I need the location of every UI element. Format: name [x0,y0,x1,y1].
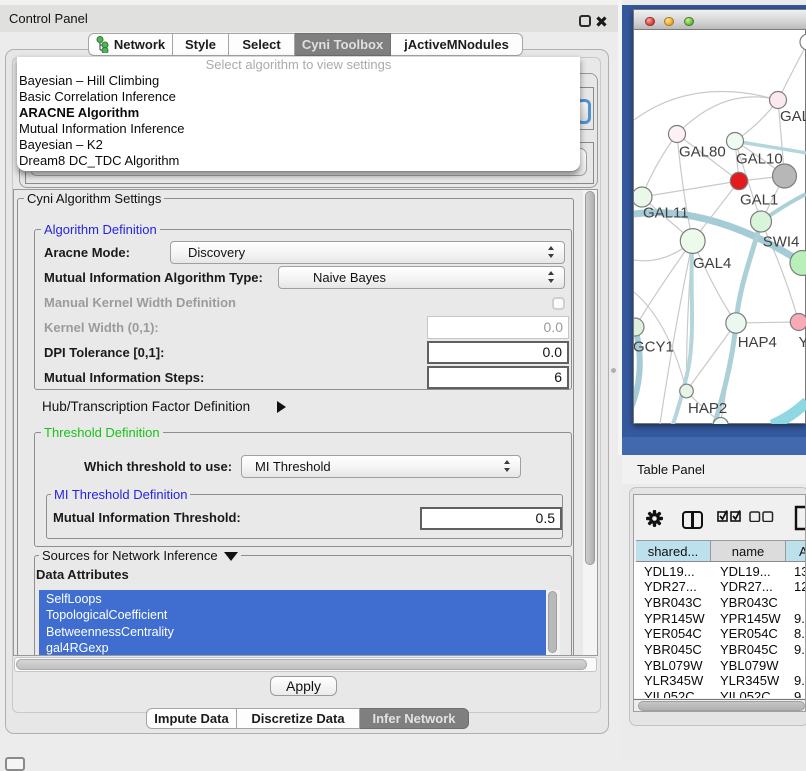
svg-text:HAP4: HAP4 [738,334,777,351]
svg-text:GCY1: GCY1 [634,339,674,356]
svg-text:SWI4: SWI4 [763,234,800,251]
svg-text:GAL80: GAL80 [679,144,726,161]
svg-text:GAL: GAL [780,108,806,125]
svg-text:GAL1: GAL1 [740,192,778,209]
svg-text:Y: Y [799,334,806,351]
svg-text:GAL11: GAL11 [643,205,689,222]
svg-text:GAL4: GAL4 [693,255,731,272]
svg-text:HAP2: HAP2 [688,400,727,417]
svg-text:GAL10: GAL10 [736,151,783,168]
